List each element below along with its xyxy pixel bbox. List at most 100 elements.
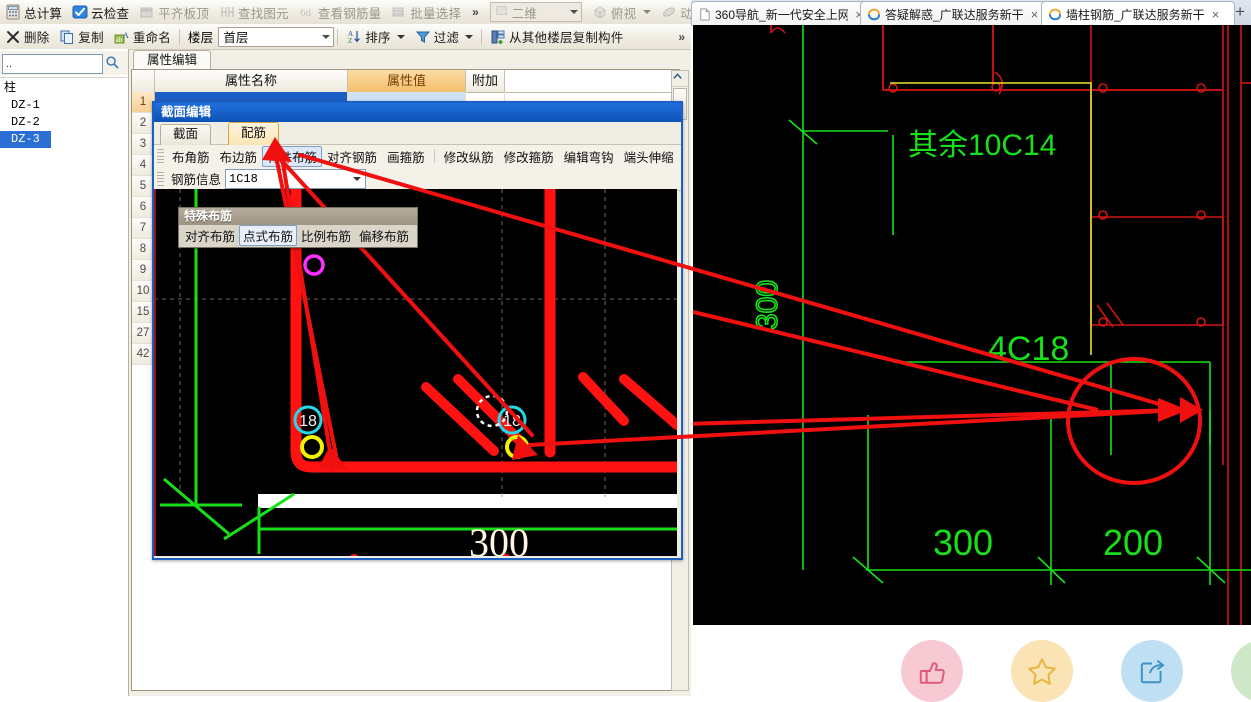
toolbar-button-batch-select[interactable]: 批量选择 xyxy=(386,1,466,23)
tree-item-dz-3[interactable]: DZ-3 xyxy=(0,131,51,148)
palette-point-rebar[interactable]: 点式布筋 xyxy=(239,225,298,246)
dialog-title: 截面编辑 xyxy=(154,103,681,122)
header-additional[interactable]: 附加 xyxy=(466,70,505,92)
svg-text:6d: 6d xyxy=(300,7,312,19)
align-slab-icon xyxy=(139,4,155,20)
page-action-bar xyxy=(691,625,1251,702)
tool-separator xyxy=(433,149,435,163)
floor-select[interactable]: 首层 xyxy=(218,26,335,47)
tool-modify-longitudinal[interactable]: 修改纵筋 xyxy=(439,146,499,167)
palette-offset-rebar[interactable]: 偏移布筋 xyxy=(355,225,413,246)
extra-action-button[interactable] xyxy=(1231,640,1251,702)
svg-text:A: A xyxy=(123,31,129,40)
toolbar-button-align-slab-top[interactable]: 平齐板顶 xyxy=(134,1,214,23)
svg-text:18: 18 xyxy=(503,413,521,430)
browser-tab-title: 360导航_新一代安全上网导 xyxy=(715,7,849,22)
toolbar-button-filter[interactable]: 过滤 xyxy=(410,26,478,48)
toolbar-button-copy-from-other-floor[interactable]: 从其他楼层复制构件 xyxy=(485,26,628,48)
main-toolbar-row-2: 删除 复制 Aab 重命名 楼层 首层 A Z 排序 过滤 从其他楼层复制构件 … xyxy=(0,24,691,50)
chevron-down-icon[interactable] xyxy=(396,34,405,39)
toolbar-grip[interactable] xyxy=(157,149,164,163)
property-grid-header: 属性名称 属性值 附加 xyxy=(132,70,677,93)
favorite-button[interactable] xyxy=(1011,640,1073,702)
chevron-down-icon[interactable] xyxy=(643,10,652,14)
browser-tab-2[interactable]: 答疑解惑_广联达服务新干 × xyxy=(860,1,1052,26)
tool-end-extend[interactable]: 端头伸缩 xyxy=(619,146,679,167)
header-property-name[interactable]: 属性名称 xyxy=(155,70,348,92)
annotation-dim-200: 200 xyxy=(1103,522,1163,563)
toolbar-overflow-chevron-3[interactable]: » xyxy=(672,30,691,44)
tool-special-rebar[interactable]: 特殊布筋 xyxy=(262,145,323,167)
tree-search-row: .. xyxy=(0,51,128,75)
toolbar-label: 动态观察 xyxy=(680,6,691,21)
toolbar-button-sort[interactable]: AZ 排序 xyxy=(341,26,409,48)
search-input[interactable]: .. xyxy=(2,54,103,74)
palette-body: 对齐布筋 点式布筋 比例布筋 偏移布筋 xyxy=(179,225,417,246)
toolbar-dynamic-observe[interactable]: 动态观察 xyxy=(656,1,691,23)
header-index xyxy=(132,70,155,92)
toolbar-top-view[interactable]: 俯视 xyxy=(587,1,656,23)
toolbar-button-delete[interactable]: 删除 xyxy=(0,26,54,48)
toolbar-button-rename[interactable]: Aab 重命名 xyxy=(109,26,176,48)
toolbar-button-total-calc[interactable]: 总计算 xyxy=(0,1,67,23)
toolbar-label: 从其他楼层复制构件 xyxy=(509,31,624,45)
like-button[interactable] xyxy=(901,640,963,702)
browser-tab-1[interactable]: 360导航_新一代安全上网导 × xyxy=(691,1,871,26)
floor-select-value: 首层 xyxy=(223,31,249,45)
tab-section[interactable]: 截面 xyxy=(160,124,212,145)
tool-edit-hook[interactable]: 编辑弯钩 xyxy=(559,146,619,167)
star-icon xyxy=(1027,656,1057,686)
toolbar-button-cloud-check[interactable]: 云检查 xyxy=(67,1,134,23)
toolbar-label: 排序 xyxy=(365,31,391,45)
tree-item-dz-2[interactable]: DZ-2 xyxy=(0,114,127,131)
tool-edge-rebar[interactable]: 布边筋 xyxy=(215,146,263,167)
tab-reinforcement[interactable]: 配筋 xyxy=(228,122,280,145)
calculator-icon xyxy=(5,4,21,20)
toolbar-view-2d[interactable]: 二维 xyxy=(485,1,587,23)
toolbar-label: 删除 xyxy=(24,31,50,45)
new-tab-button[interactable]: + xyxy=(1235,3,1245,20)
dialog-tab-strip: 截面 配筋 xyxy=(154,122,681,145)
palette-ratio-rebar[interactable]: 比例布筋 xyxy=(297,225,355,246)
find-element-icon xyxy=(219,4,235,20)
toolbar-button-copy[interactable]: 复制 xyxy=(54,26,108,48)
tool-draw-stirrup[interactable]: 画箍筋 xyxy=(382,146,430,167)
ie-icon xyxy=(1048,7,1062,21)
toolbar-button-find-element[interactable]: 查找图元 xyxy=(214,1,294,23)
cad-drawing-view[interactable]: 其余10C14 4C18 300 200 300 xyxy=(693,25,1251,625)
tree-root-columns[interactable]: 柱 xyxy=(0,80,127,97)
svg-text:ab: ab xyxy=(115,36,122,44)
close-icon[interactable]: × xyxy=(1028,8,1042,21)
browser-window: 360导航_新一代安全上网导 × 答疑解惑_广联达服务新干 × 墙柱钢筋_广联达… xyxy=(691,0,1251,702)
dialog-tool-row: 布角筋 布边筋 特殊布筋 对齐钢筋 画箍筋 修改纵筋 修改箍筋 编辑弯钩 端头伸… xyxy=(154,144,681,167)
toolbar-button-view-rebar-quantity[interactable]: 6d 查看钢筋量 xyxy=(294,1,387,23)
search-button[interactable] xyxy=(102,53,124,73)
close-icon[interactable]: × xyxy=(1209,8,1223,21)
2d-view-icon xyxy=(495,4,509,20)
palette-align-rebar[interactable]: 对齐布筋 xyxy=(181,225,239,246)
rebar-info-input[interactable]: 1C18 xyxy=(225,168,367,189)
browser-tab-bar: 360导航_新一代安全上网导 × 答疑解惑_广联达服务新干 × 墙柱钢筋_广联达… xyxy=(691,0,1251,27)
thumbs-up-icon xyxy=(917,656,947,686)
chevron-down-icon[interactable] xyxy=(465,34,474,39)
tree-item-dz-1[interactable]: DZ-1 xyxy=(0,97,127,114)
view-mode-combo[interactable]: 二维 xyxy=(489,2,582,22)
cad-drawing-svg: 其余10C14 4C18 300 200 300 xyxy=(693,25,1251,625)
toolbar-label: 批量选择 xyxy=(410,6,462,21)
copy-floor-icon xyxy=(490,29,506,45)
tool-align-rebar[interactable]: 对齐钢筋 xyxy=(322,146,382,167)
tool-corner-rebar[interactable]: 布角筋 xyxy=(167,146,215,167)
share-button[interactable] xyxy=(1121,640,1183,702)
tab-property-edit[interactable]: 属性编辑 xyxy=(133,50,211,70)
tool-modify-stirrup[interactable]: 修改箍筋 xyxy=(499,146,559,167)
chevron-down-icon[interactable] xyxy=(353,176,362,181)
toolbar-label: 俯视 xyxy=(610,6,637,21)
rebar-row-grip[interactable] xyxy=(157,171,164,186)
scroll-up-button[interactable] xyxy=(672,71,688,87)
annotation-rest-10c14: 其余10C14 xyxy=(908,129,1056,162)
toolbar-overflow-chevron[interactable]: » xyxy=(466,5,485,19)
glodon-app-pane: 总计算 云检查 平齐板顶 查找图元 6d 查看钢筋量 批量选择 » 二维 俯视 … xyxy=(0,0,691,696)
header-property-value[interactable]: 属性值 xyxy=(348,70,466,92)
browser-tab-3[interactable]: 墙柱钢筋_广联达服务新干 × xyxy=(1041,1,1235,27)
toolbar-label: 复制 xyxy=(78,31,104,45)
